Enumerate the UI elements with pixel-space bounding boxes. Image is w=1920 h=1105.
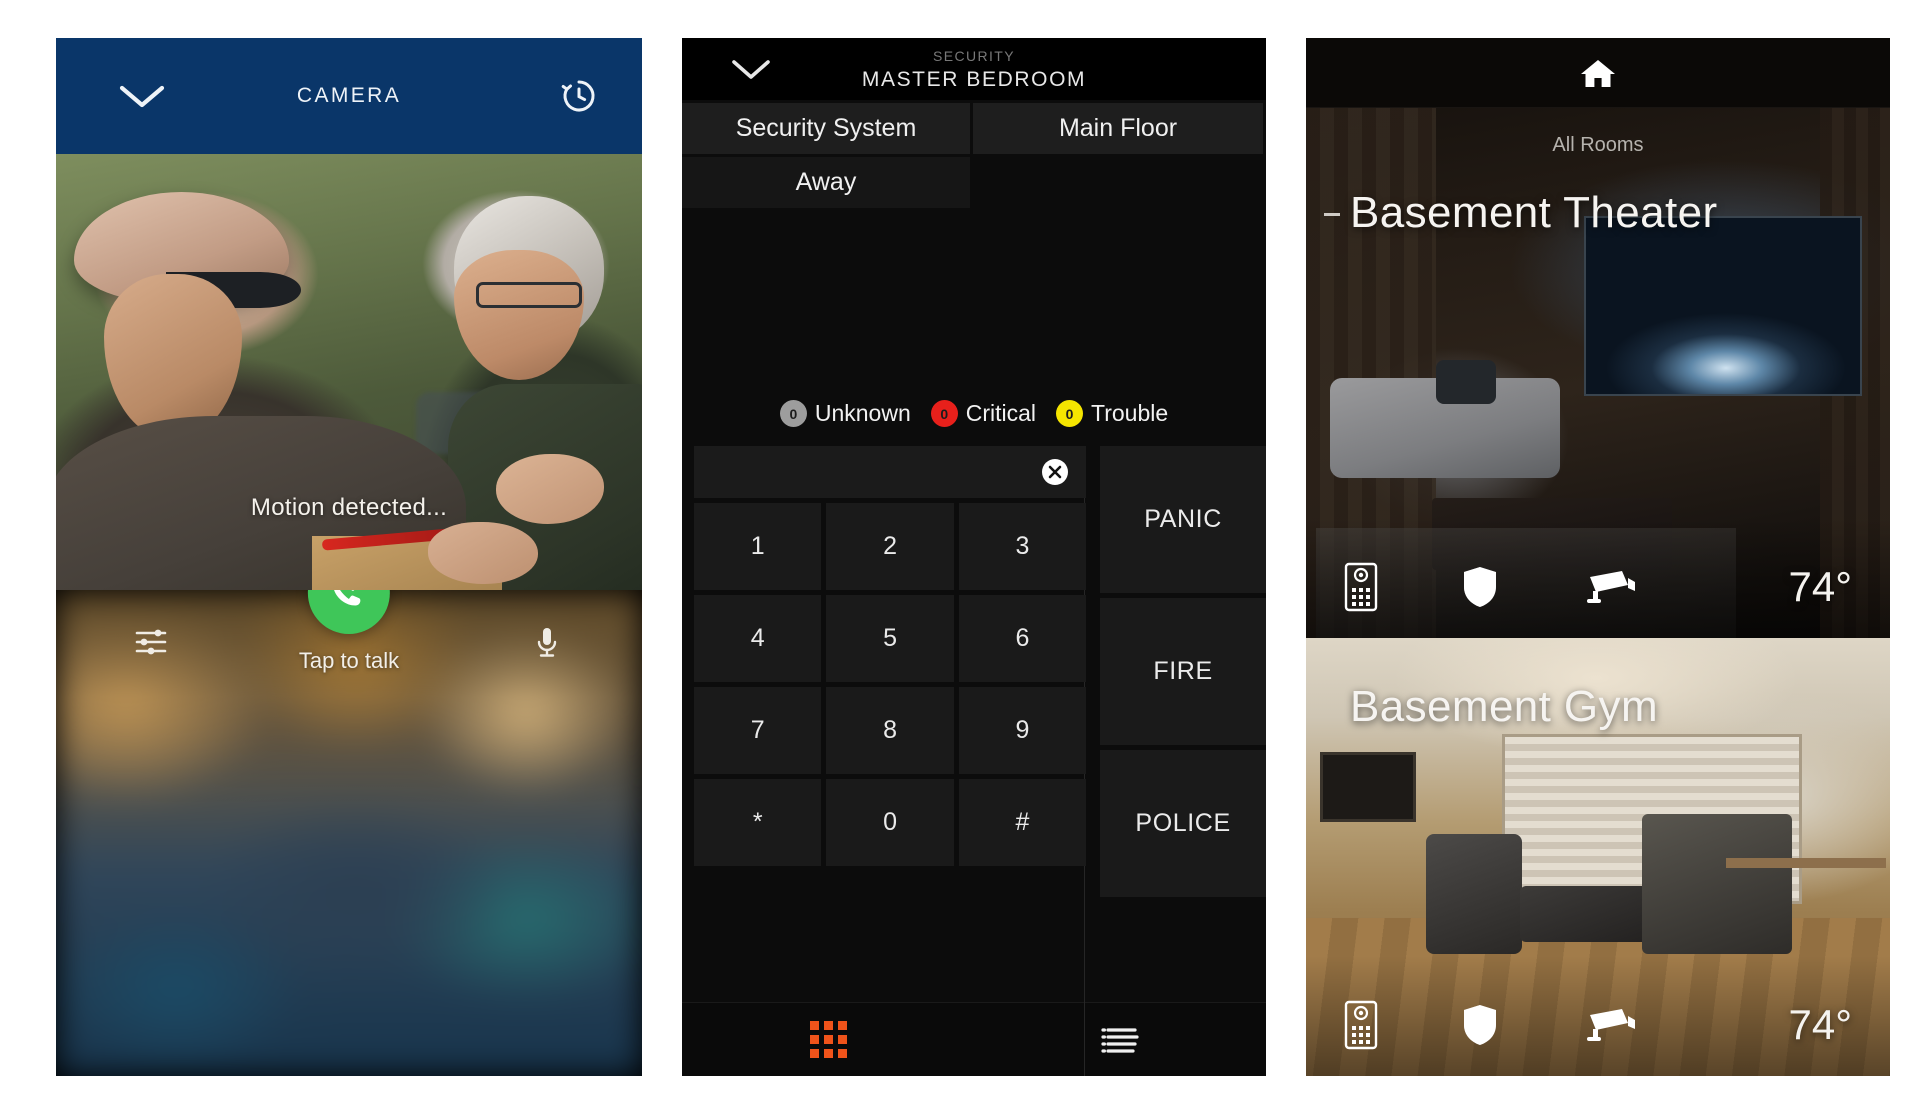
chevron-down-icon[interactable] bbox=[118, 81, 166, 111]
history-clock-icon[interactable] bbox=[560, 77, 598, 115]
camera-controls-bar: Tap to talk bbox=[56, 590, 642, 694]
keypad-key-8[interactable]: 8 bbox=[826, 687, 954, 774]
keypad-display[interactable] bbox=[694, 446, 1087, 498]
gym-icon-row: 74° bbox=[1306, 1000, 1890, 1050]
status-dot-unknown: 0 bbox=[779, 400, 807, 427]
screenshot-root: CAMERA Motion detected... Tap to talk SE… bbox=[0, 0, 1920, 1105]
security-camera-icon[interactable] bbox=[1586, 567, 1636, 607]
gym-treadmill bbox=[1642, 814, 1792, 954]
list-icon bbox=[1101, 1027, 1139, 1053]
security-panel: SECURITY MASTER BEDROOM Security System … bbox=[682, 38, 1266, 1076]
security-header: SECURITY MASTER BEDROOM bbox=[682, 38, 1266, 100]
shield-icon[interactable] bbox=[1462, 565, 1498, 609]
police-button[interactable]: POLICE bbox=[1100, 750, 1266, 897]
theater-pillow bbox=[1436, 360, 1496, 404]
status-indicator-row: 0 Unknown 0 Critical 0 Trouble bbox=[682, 400, 1266, 427]
tab-security-system[interactable]: Security System bbox=[682, 103, 970, 154]
keypad-key-2[interactable]: 2 bbox=[826, 503, 954, 590]
room-name-gym: Basement Gym bbox=[1350, 682, 1659, 731]
feed-person-two-glasses bbox=[476, 282, 582, 308]
room-card-basement-theater[interactable]: All Rooms Basement Theater 74° bbox=[1306, 108, 1890, 638]
sliders-icon[interactable] bbox=[134, 625, 168, 659]
security-room-name: MASTER BEDROOM bbox=[861, 68, 1087, 91]
camera-secondary-feed[interactable]: Tap to talk bbox=[56, 590, 642, 1076]
remote-control-icon[interactable] bbox=[1344, 562, 1378, 612]
room-card-basement-gym[interactable]: Basement Gym 74° bbox=[1306, 638, 1890, 1076]
home-icon[interactable] bbox=[1579, 56, 1617, 90]
status-dot-critical: 0 bbox=[930, 400, 958, 427]
phone-outgoing-icon bbox=[326, 590, 372, 618]
security-eyebrow-label: SECURITY bbox=[933, 48, 1015, 64]
status-label-critical: Critical bbox=[965, 400, 1037, 426]
status-dot-trouble: 0 bbox=[1056, 400, 1084, 427]
footer-list-tab[interactable] bbox=[974, 1027, 1266, 1053]
keypad-key-4[interactable]: 4 bbox=[694, 595, 822, 682]
theater-icon-row: 74° bbox=[1306, 562, 1890, 612]
feed-hand-one bbox=[428, 522, 538, 584]
rooms-scope-label[interactable]: All Rooms bbox=[1306, 134, 1890, 157]
security-camera-icon[interactable] bbox=[1586, 1005, 1636, 1045]
remote-control-icon[interactable] bbox=[1344, 1000, 1378, 1050]
keypad-key-0[interactable]: 0 bbox=[826, 779, 954, 866]
status-label-trouble: Trouble bbox=[1091, 400, 1169, 426]
room-name-leading-dash bbox=[1324, 213, 1340, 216]
security-body: 0 Unknown 0 Critical 0 Trouble 1 2 3 4 5… bbox=[682, 208, 1266, 1076]
security-tabs: Security System Main Floor Away bbox=[682, 100, 1266, 208]
tap-to-talk-group: Tap to talk bbox=[299, 590, 399, 674]
theater-temperature: 74° bbox=[1788, 563, 1852, 610]
tap-to-talk-button[interactable] bbox=[308, 590, 390, 634]
tab-main-floor[interactable]: Main Floor bbox=[973, 103, 1263, 154]
keypad-key-9[interactable]: 9 bbox=[958, 687, 1087, 774]
tab-away[interactable]: Away bbox=[682, 157, 970, 208]
theater-projection-screen bbox=[1584, 216, 1862, 396]
room-name-theater: Basement Theater bbox=[1350, 188, 1718, 237]
grid-keypad-icon bbox=[809, 1021, 847, 1058]
gym-ballet-barre bbox=[1726, 858, 1886, 868]
microphone-icon[interactable] bbox=[530, 625, 564, 659]
status-badge-trouble[interactable]: 0 Trouble bbox=[1056, 400, 1168, 427]
gym-exercise-bike bbox=[1426, 834, 1522, 954]
emergency-button-column: PANIC FIRE POLICE bbox=[1100, 446, 1266, 1002]
keypad-key-5[interactable]: 5 bbox=[826, 595, 954, 682]
keypad-key-3[interactable]: 3 bbox=[958, 503, 1087, 590]
status-badge-critical[interactable]: 0 Critical bbox=[930, 400, 1037, 427]
camera-live-feed[interactable]: Motion detected... bbox=[56, 154, 642, 590]
keypad-key-star[interactable]: * bbox=[694, 779, 822, 866]
security-footer-toolbar bbox=[682, 1002, 1266, 1076]
camera-panel: CAMERA Motion detected... Tap to talk bbox=[56, 38, 642, 1076]
keypad-grid: 1 2 3 4 5 6 7 8 9 * 0 # bbox=[694, 503, 1087, 866]
keypad-key-hash[interactable]: # bbox=[958, 779, 1087, 866]
gym-temperature: 74° bbox=[1788, 1001, 1852, 1048]
footer-keypad-tab[interactable] bbox=[682, 1021, 974, 1058]
status-badge-unknown[interactable]: 0 Unknown bbox=[779, 400, 911, 427]
shield-icon[interactable] bbox=[1462, 1003, 1498, 1047]
fire-button[interactable]: FIRE bbox=[1100, 598, 1266, 745]
tap-to-talk-label: Tap to talk bbox=[298, 648, 400, 673]
motion-status-overlay: Motion detected... bbox=[250, 494, 448, 521]
keypad-key-6[interactable]: 6 bbox=[958, 595, 1087, 682]
rooms-panel: All Rooms Basement Theater 74° Basement … bbox=[1306, 38, 1890, 1076]
keypad-column: 1 2 3 4 5 6 7 8 9 * 0 # bbox=[682, 446, 1087, 1002]
status-label-unknown: Unknown bbox=[814, 400, 911, 426]
keypad-key-7[interactable]: 7 bbox=[694, 687, 822, 774]
keypad-area: 1 2 3 4 5 6 7 8 9 * 0 # PANIC FIRE POLIC… bbox=[682, 446, 1266, 1002]
keypad-key-1[interactable]: 1 bbox=[694, 503, 822, 590]
gym-weight-bench bbox=[1520, 886, 1652, 942]
camera-header: CAMERA bbox=[56, 38, 642, 154]
gym-wall-tv bbox=[1320, 752, 1416, 822]
rooms-topbar bbox=[1306, 38, 1890, 108]
close-circle-icon[interactable] bbox=[1041, 458, 1069, 486]
panic-button[interactable]: PANIC bbox=[1100, 446, 1266, 593]
